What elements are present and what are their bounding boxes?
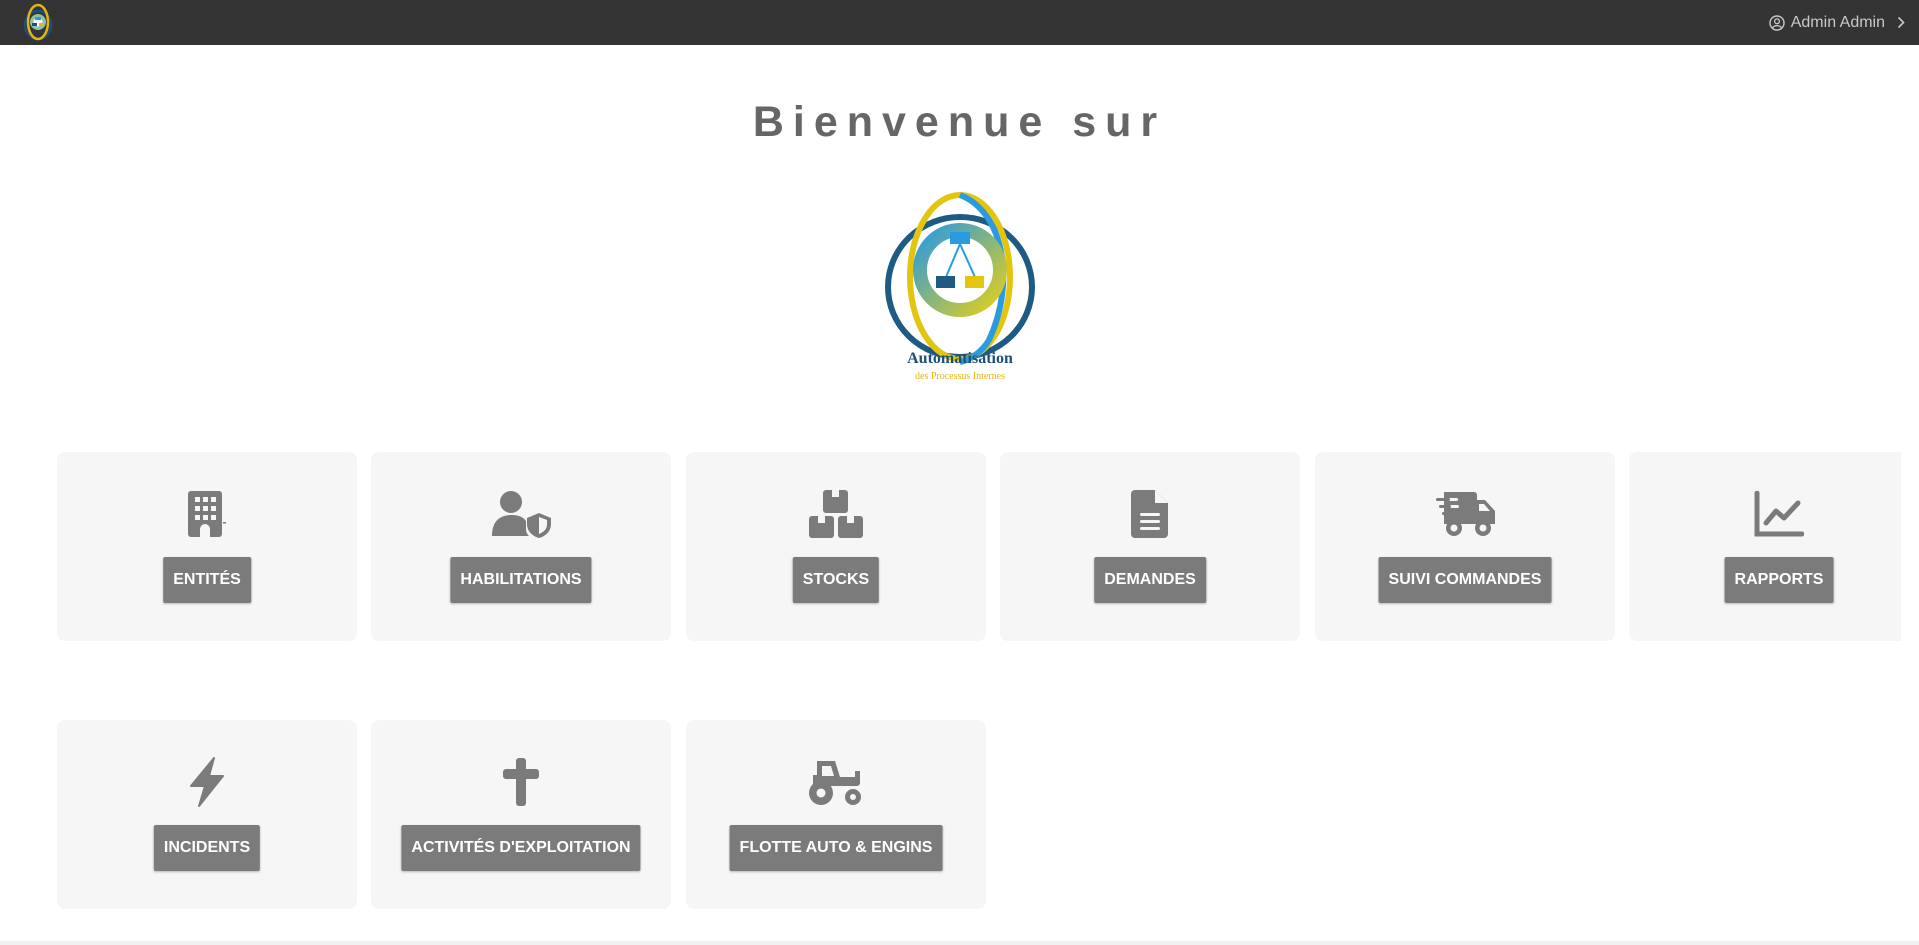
- cross-icon: [503, 758, 539, 806]
- building-icon: [188, 491, 226, 537]
- user-shield-icon: [492, 491, 551, 538]
- boxes-icon: [809, 490, 863, 538]
- stocks-button[interactable]: STOCKS: [792, 557, 880, 603]
- card-stocks[interactable]: STOCKS: [686, 452, 986, 641]
- card-entites[interactable]: ENTITÉS: [57, 452, 357, 641]
- flotte-auto-engins-button[interactable]: FLOTTE AUTO & ENGINS: [729, 825, 943, 871]
- card-activites-exploitation[interactable]: ACTIVITÉS D'EXPLOITATION: [371, 720, 671, 909]
- activites-exploitation-button[interactable]: ACTIVITÉS D'EXPLOITATION: [401, 825, 641, 871]
- card-incidents[interactable]: INCIDENTS: [57, 720, 357, 909]
- welcome-title: Bienvenue sur: [752, 98, 1167, 146]
- card-flotte-auto-engins[interactable]: FLOTTE AUTO & ENGINS: [686, 720, 986, 909]
- truck-fast-icon: [1436, 492, 1495, 536]
- incidents-button[interactable]: INCIDENTS: [153, 825, 261, 871]
- rapports-button[interactable]: RAPPORTS: [1724, 557, 1834, 603]
- card-rapports[interactable]: RAPPORTS: [1629, 452, 1901, 641]
- logo-title: Automatisation: [907, 350, 1013, 367]
- chevron-right-icon: [1897, 16, 1905, 29]
- suivi-commandes-button[interactable]: SUIVI COMMANDES: [1378, 557, 1552, 603]
- card-suivi-commandes[interactable]: SUIVI COMMANDES: [1315, 452, 1615, 641]
- app-logo-icon[interactable]: [21, 2, 55, 42]
- demandes-button[interactable]: DEMANDES: [1094, 557, 1206, 603]
- user-menu[interactable]: Admin Admin: [1769, 0, 1905, 45]
- user-circle-icon: [1769, 14, 1785, 31]
- logo-subtitle: des Processus Internes: [915, 371, 1005, 382]
- chart-line-icon: [1754, 491, 1804, 537]
- tractor-icon: [809, 761, 861, 805]
- entites-button[interactable]: ENTITÉS: [163, 557, 251, 603]
- habilitations-button[interactable]: HABILITATIONS: [450, 557, 592, 603]
- file-lines-icon: [1131, 490, 1168, 538]
- card-habilitations[interactable]: HABILITATIONS: [371, 452, 671, 641]
- bolt-icon: [190, 757, 224, 807]
- top-navbar: Admin Admin: [0, 0, 1919, 45]
- user-name: Admin Admin: [1790, 13, 1885, 31]
- card-demandes[interactable]: DEMANDES: [1000, 452, 1300, 641]
- bottom-divider: [0, 941, 1919, 945]
